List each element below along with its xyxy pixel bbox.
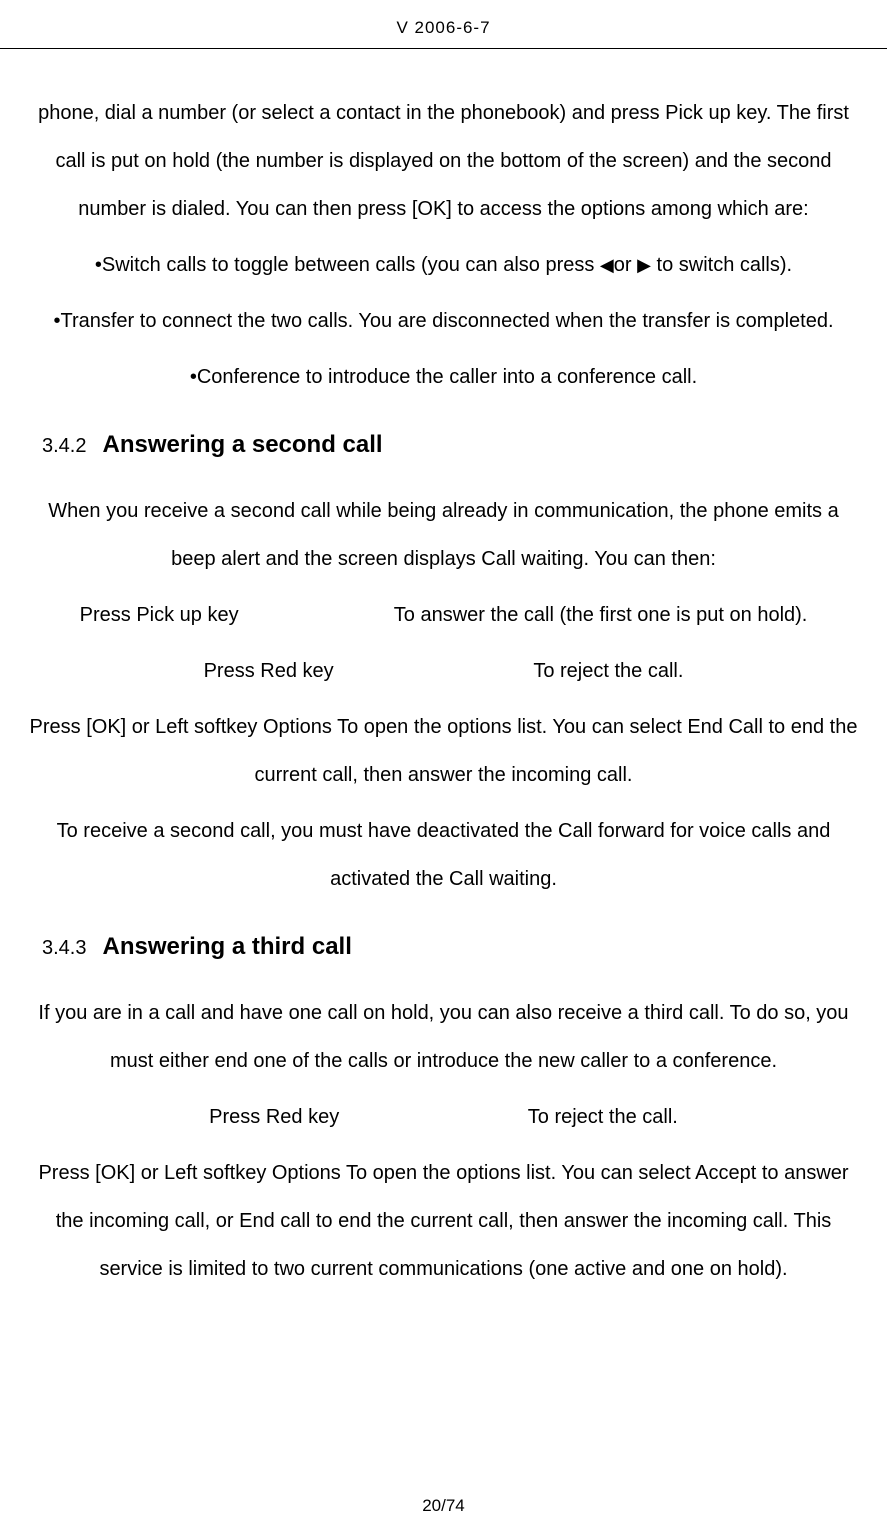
section-343-number: 3.4.3 [42,937,86,960]
bullet1-mid: or [614,254,637,276]
sec342-p4: Press [OK] or Left softkey Options To op… [28,703,859,799]
sec342-p2: Press Pick up key To answer the call (th… [28,591,859,639]
sec343-p2: Press Red key To reject the call. [28,1093,859,1141]
sec342-p3: Press Red key To reject the call. [28,647,859,695]
section-343-heading: 3.4.3 Answering a third call [42,933,859,961]
section-342-title: Answering a second call [102,431,382,459]
page-content: phone, dial a number (or select a contac… [0,49,887,1293]
bullet-conference: •Conference to introduce the caller into… [28,353,859,401]
bullet-transfer: •Transfer to connect the two calls. You … [28,297,859,345]
right-triangle-icon: ▶ [637,244,651,287]
section-342-number: 3.4.2 [42,435,86,458]
bullet1-pre: •Switch calls to toggle between calls (y… [95,254,600,276]
bullet-switch-calls: •Switch calls to toggle between calls (y… [28,241,859,289]
header-version: V 2006-6-7 [0,18,887,38]
page-footer: 20/74 [0,1496,887,1516]
section-343-title: Answering a third call [102,933,351,961]
bullet1-post: to switch calls). [651,254,792,276]
document-page: V 2006-6-7 phone, dial a number (or sele… [0,0,887,1540]
sec343-p1: If you are in a call and have one call o… [28,989,859,1085]
sec343-p3: Press [OK] or Left softkey Options To op… [28,1149,859,1293]
left-triangle-icon: ◀ [600,244,614,287]
page-number: 20/74 [422,1496,465,1515]
section-342-heading: 3.4.2 Answering a second call [42,431,859,459]
sec342-p1: When you receive a second call while bei… [28,487,859,583]
sec342-p5: To receive a second call, you must have … [28,807,859,903]
intro-paragraph: phone, dial a number (or select a contac… [28,89,859,233]
page-header: V 2006-6-7 [0,0,887,38]
